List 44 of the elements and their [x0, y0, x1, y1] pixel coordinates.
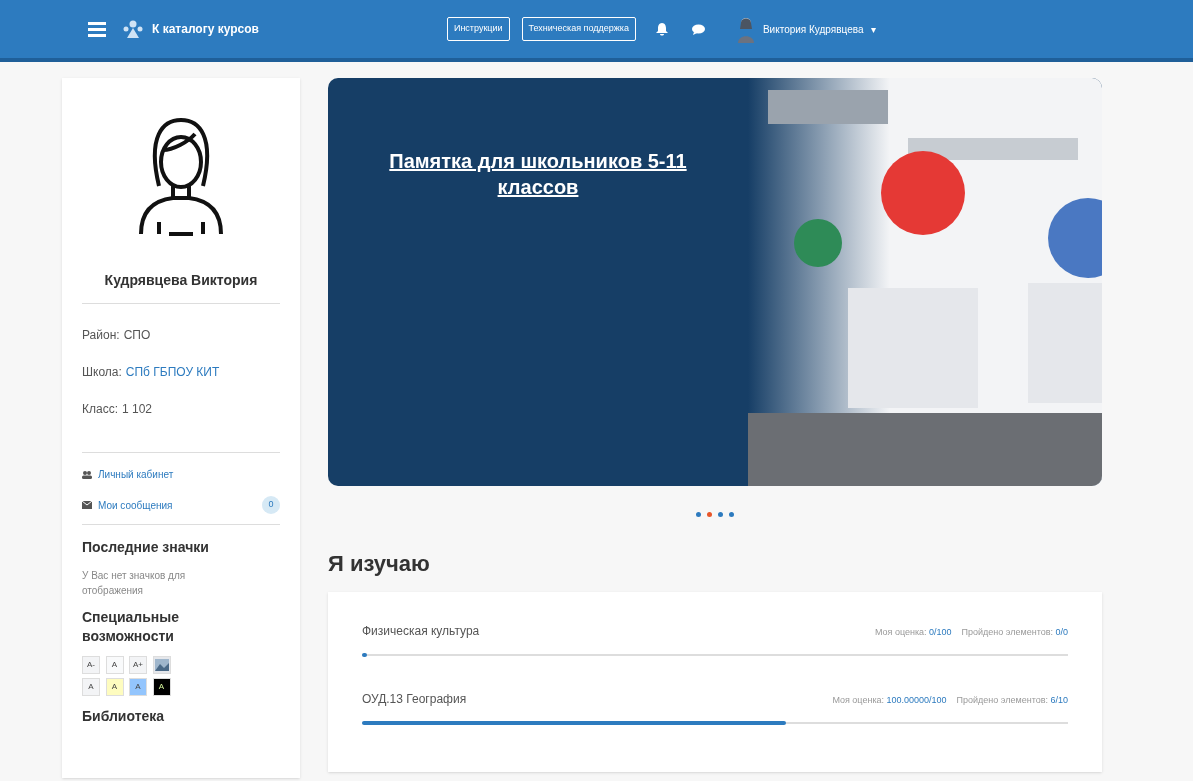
image-icon — [154, 659, 169, 671]
avatar-icon — [736, 15, 755, 43]
people-icon — [122, 19, 144, 39]
font-button[interactable]: A — [129, 678, 147, 696]
section-title: Библиотека — [82, 707, 166, 726]
user-name[interactable]: Виктория Кудрявцева — [762, 21, 864, 37]
font-button[interactable]: A — [105, 678, 124, 696]
grade-text: Моя оценка: 0/100 — [874, 626, 952, 639]
empty-badges-text: У Вас нет значков для отображения — [82, 569, 187, 598]
catalog-link[interactable]: К каталогу курсов — [152, 20, 259, 38]
course-name[interactable]: ОУД.13 География — [362, 690, 467, 708]
field-label: Район: — [82, 327, 120, 344]
banner[interactable]: Памятка для школьников 5-11 классов — [328, 78, 1102, 486]
menu-icon[interactable] — [88, 21, 106, 37]
font-button[interactable]: A — [152, 678, 171, 696]
field-value: СПО — [123, 327, 151, 344]
chat-icon[interactable] — [691, 23, 705, 35]
banner-link[interactable]: Памятка для школьников 5-11 классов — [378, 148, 698, 200]
font-button[interactable]: A+ — [129, 656, 147, 674]
font-button[interactable]: A — [105, 656, 124, 674]
caret-icon[interactable]: ▾ — [871, 21, 877, 37]
header-button[interactable]: Техническая поддержка — [521, 17, 636, 41]
profile-name: Кудрявцева Виктория — [103, 271, 259, 290]
school-link[interactable]: СПб ГБПОУ КИТ — [125, 363, 220, 381]
course-name[interactable]: Физическая культура — [362, 622, 480, 640]
header-button[interactable]: Инструкции — [446, 17, 510, 41]
field-label: Школа: — [82, 364, 122, 381]
section-heading: Я изучаю — [328, 550, 431, 578]
section-title: Последние значки — [82, 538, 210, 557]
elements-text: Пройдено элементов: 6/10 — [956, 694, 1068, 707]
font-button[interactable]: A- — [82, 656, 100, 674]
section-title: Специальные возможности — [82, 608, 181, 646]
elements-text: Пройдено элементов: 0/0 — [961, 626, 1068, 639]
sidebar-link[interactable]: Мои сообщения — [98, 497, 173, 513]
envelope-icon — [82, 501, 92, 509]
count-badge: 0 — [262, 496, 280, 514]
bell-icon[interactable] — [655, 22, 668, 36]
font-button[interactable]: A — [82, 678, 100, 696]
sidebar-link[interactable]: Личный кабинет — [98, 467, 174, 482]
field-value: 1 102 — [122, 401, 153, 418]
users-icon — [82, 470, 92, 479]
image-toggle-button[interactable] — [152, 656, 171, 674]
grade-text: Моя оценка: 100.00000/100 — [832, 694, 947, 707]
field-label: Класс: — [82, 401, 118, 418]
